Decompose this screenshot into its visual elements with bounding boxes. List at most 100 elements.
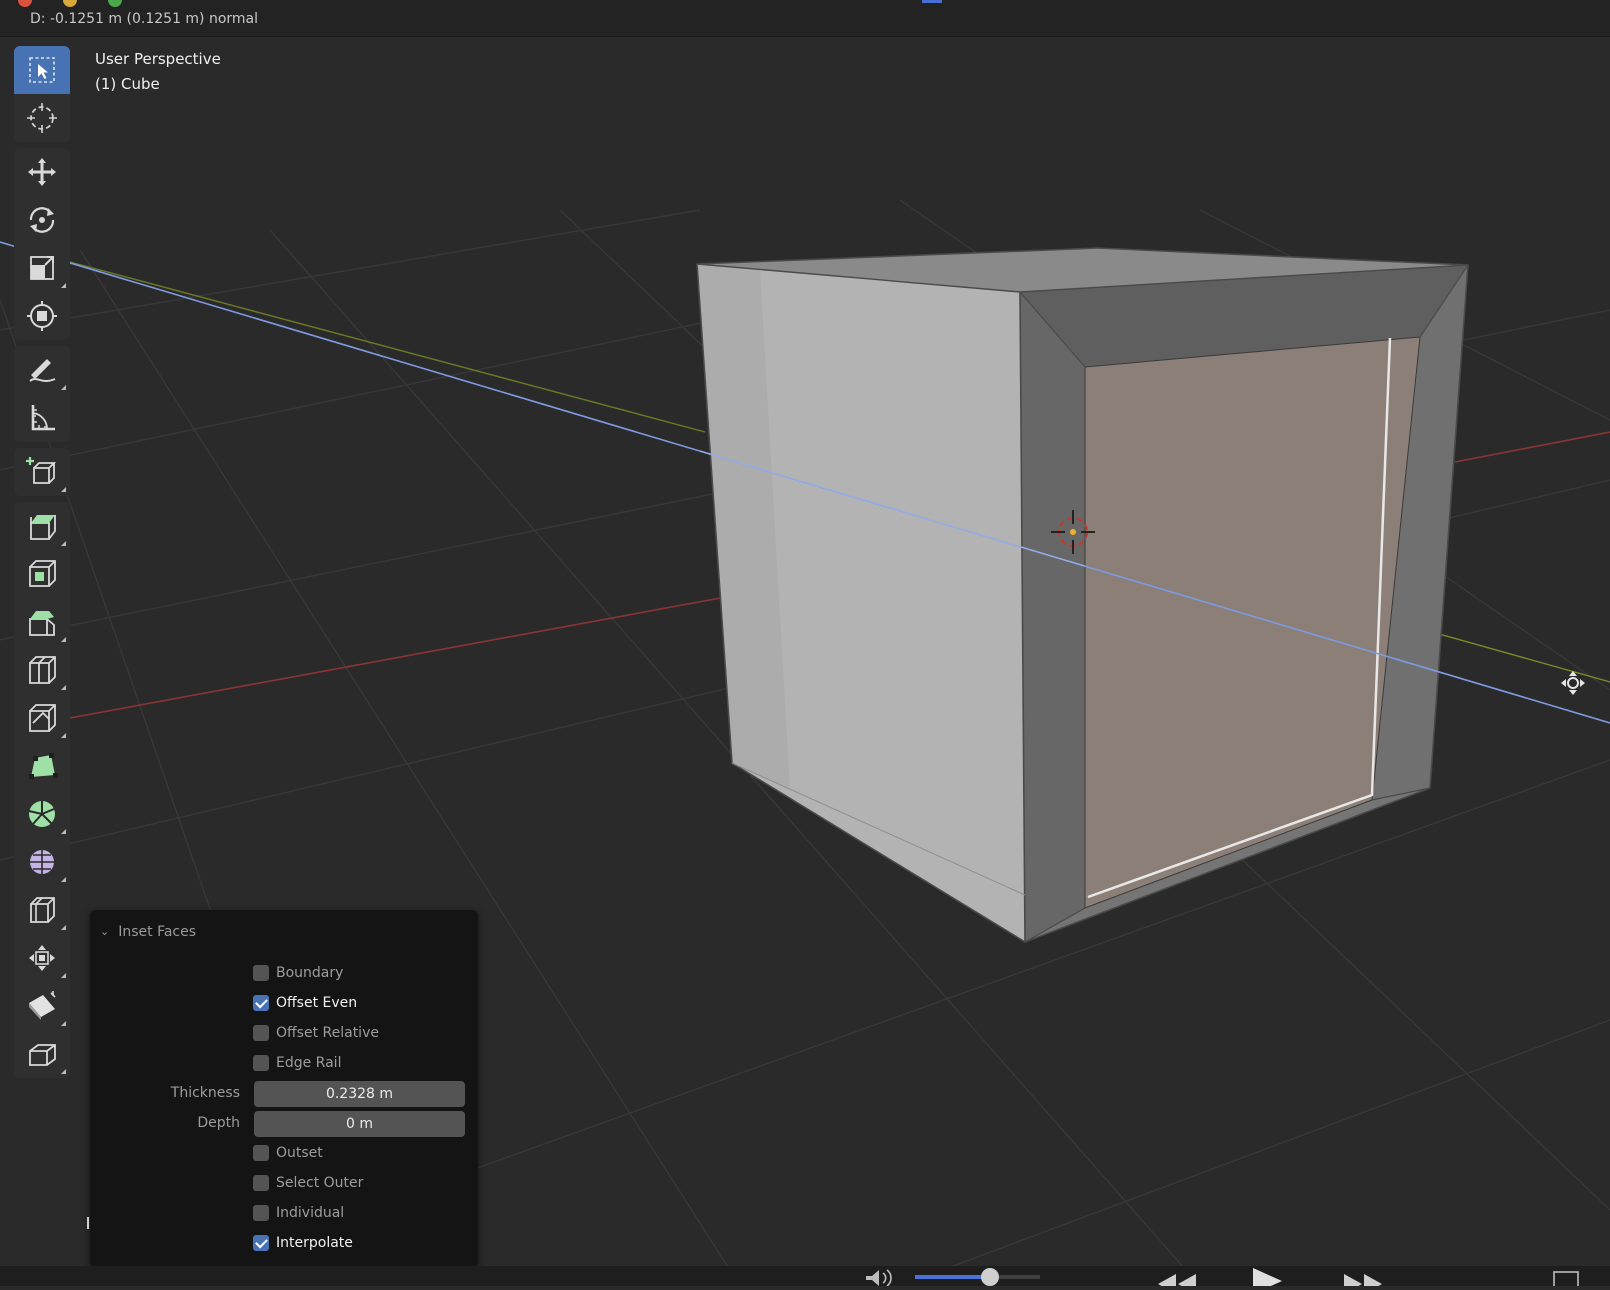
rotate-icon <box>29 207 55 233</box>
loop-cut-tool[interactable] <box>14 646 70 694</box>
edge-slide-tool[interactable] <box>14 934 70 982</box>
knife-icon <box>29 704 56 732</box>
add-cube-icon <box>26 457 57 484</box>
minimize-window-button[interactable] <box>63 0 78 7</box>
individual-checkbox[interactable] <box>253 1205 269 1221</box>
edge-slide-icon <box>29 945 55 971</box>
scale-tool[interactable] <box>14 244 70 292</box>
select-outer-checkbox[interactable] <box>253 1175 269 1191</box>
operator-status-text: D: -0.1251 m (0.1251 m) normal <box>30 11 259 27</box>
maximize-window-button[interactable] <box>108 0 123 7</box>
select-box-icon <box>29 57 55 83</box>
3d-cursor-tool-icon <box>27 103 57 133</box>
rip-tool[interactable] <box>14 1030 70 1078</box>
chevron-down-icon[interactable]: ⌄ <box>100 925 109 938</box>
active-tab-indicator <box>922 0 942 3</box>
smooth-icon <box>30 850 54 874</box>
depth-field[interactable]: 0 m <box>254 1111 465 1137</box>
pip-icon[interactable] <box>1553 1271 1579 1289</box>
edge-rail-label: Edge Rail <box>276 1055 342 1071</box>
tool-group-add <box>14 448 70 496</box>
move-tool[interactable] <box>14 148 70 196</box>
annotate-icon <box>29 359 56 382</box>
view-pan-icon[interactable] <box>1560 670 1586 696</box>
fast-forward-icon[interactable] <box>1344 1274 1382 1290</box>
thickness-label: Thickness <box>170 1085 240 1101</box>
header-bar: D: -0.1251 m (0.1251 m) normal <box>0 0 1610 37</box>
playback-controls <box>866 1268 1579 1290</box>
close-window-button[interactable] <box>18 0 32 7</box>
extrude-tool[interactable] <box>14 502 70 550</box>
rotate-tool[interactable] <box>14 196 70 244</box>
spin-icon <box>28 801 55 827</box>
interpolate-label: Interpolate <box>276 1235 353 1251</box>
volume-level <box>915 1275 990 1279</box>
select-box-tool[interactable] <box>14 46 70 94</box>
edge-rail-checkbox[interactable] <box>253 1055 269 1071</box>
inset-faces-icon <box>29 560 56 587</box>
shear-icon <box>29 991 56 1020</box>
measure-icon <box>31 405 55 431</box>
tool-group-transform <box>14 148 70 340</box>
panel-header[interactable]: ⌄ Inset Faces <box>100 924 196 940</box>
play-icon[interactable] <box>1253 1268 1282 1290</box>
tool-group-select <box>14 46 70 142</box>
tool-shelf <box>14 46 70 1084</box>
shrink-fatten-tool[interactable] <box>14 886 70 934</box>
last-operator-panel[interactable]: ⌄ Inset Faces Boundary Offset Even Offse… <box>90 910 478 1268</box>
rip-icon <box>29 1044 56 1066</box>
interpolate-option[interactable]: Interpolate <box>253 1235 353 1251</box>
bevel-icon <box>29 611 55 636</box>
individual-label: Individual <box>276 1205 345 1221</box>
volume-icon[interactable] <box>866 1269 892 1287</box>
offset-even-option[interactable]: Offset Even <box>253 995 357 1011</box>
outset-label: Outset <box>276 1145 323 1161</box>
interpolate-checkbox[interactable] <box>253 1235 269 1251</box>
poly-build-tool[interactable] <box>14 742 70 790</box>
outset-option[interactable]: Outset <box>253 1145 323 1161</box>
text-cursor <box>87 1217 89 1229</box>
add-cube-tool[interactable] <box>14 448 70 496</box>
poly-build-icon <box>29 753 58 779</box>
offset-even-label: Offset Even <box>276 995 358 1011</box>
scale-icon <box>30 256 54 280</box>
extrude-icon <box>30 515 56 540</box>
move-icon <box>28 158 56 186</box>
active-object-label: (1) Cube <box>95 75 160 93</box>
measure-tool[interactable] <box>14 394 70 442</box>
select-outer-label: Select Outer <box>276 1175 364 1191</box>
boundary-label: Boundary <box>276 965 344 981</box>
offset-relative-option[interactable]: Offset Relative <box>253 1025 379 1041</box>
playback-bar <box>0 1266 1610 1290</box>
boundary-option[interactable]: Boundary <box>253 965 343 981</box>
view-name-label: User Perspective <box>95 50 221 68</box>
edge-rail-option[interactable]: Edge Rail <box>253 1055 341 1071</box>
inset-left-strip <box>1020 292 1085 942</box>
offset-relative-label: Offset Relative <box>276 1025 379 1041</box>
spin-tool[interactable] <box>14 790 70 838</box>
panel-title: Inset Faces <box>118 924 197 940</box>
annotate-tool[interactable] <box>14 346 70 394</box>
offset-relative-checkbox[interactable] <box>253 1025 269 1041</box>
boundary-checkbox[interactable] <box>253 965 269 981</box>
select-outer-option[interactable]: Select Outer <box>253 1175 363 1191</box>
inset-faces-tool[interactable] <box>14 550 70 598</box>
volume-slider-handle[interactable] <box>981 1268 999 1286</box>
loop-cut-icon <box>29 656 56 684</box>
individual-option[interactable]: Individual <box>253 1205 344 1221</box>
offset-even-checkbox[interactable] <box>253 995 269 1011</box>
tool-group-annotate <box>14 346 70 442</box>
knife-tool[interactable] <box>14 694 70 742</box>
transform-icon <box>27 301 57 331</box>
outset-checkbox[interactable] <box>253 1145 269 1161</box>
transform-tool[interactable] <box>14 292 70 340</box>
shear-tool[interactable] <box>14 982 70 1030</box>
tool-group-mesh-edit <box>14 502 70 1078</box>
window-controls[interactable] <box>18 0 148 11</box>
shrink-fatten-icon <box>30 897 55 923</box>
rewind-icon[interactable] <box>1158 1274 1196 1290</box>
cursor-tool[interactable] <box>14 94 70 142</box>
thickness-field[interactable]: 0.2328 m <box>254 1081 465 1107</box>
smooth-tool[interactable] <box>14 838 70 886</box>
bevel-tool[interactable] <box>14 598 70 646</box>
